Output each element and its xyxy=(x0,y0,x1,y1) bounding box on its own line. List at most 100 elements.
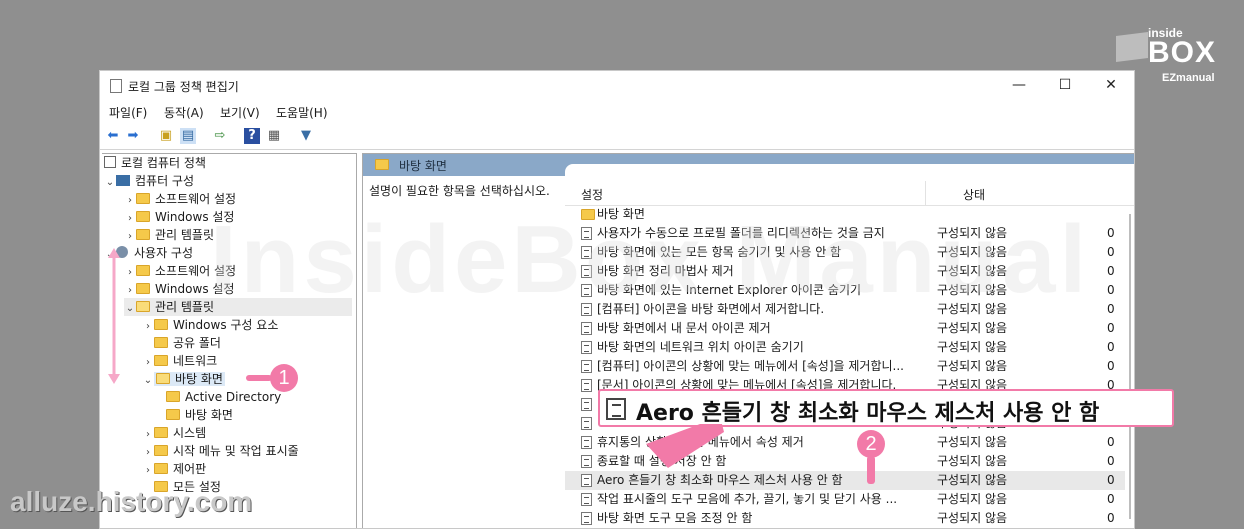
policy-setting-icon xyxy=(581,341,592,354)
callout-text: Aero 흔들기 창 최소화 마우스 제스처 사용 안 함 xyxy=(636,401,1100,426)
show-hide-tree-icon[interactable]: ▤ xyxy=(180,128,196,144)
tree-cc-admin-label: 관리 템플릿 xyxy=(155,228,215,242)
maximize-button[interactable]: ☐ xyxy=(1042,71,1088,101)
tree-active-directory[interactable]: Active Directory xyxy=(166,388,281,406)
folder-icon xyxy=(166,409,180,420)
export-icon[interactable]: ⇨ xyxy=(212,128,228,144)
background-watermark: InsideBox Manual xyxy=(210,206,1091,313)
setting-state: 구성되지 않음 xyxy=(937,359,1008,373)
policy-setting-icon xyxy=(581,379,592,392)
folder-icon xyxy=(154,427,168,438)
tree-computer-config-label: 컴퓨터 구성 xyxy=(135,174,195,188)
folder-icon xyxy=(136,283,150,294)
tree-start-menu[interactable]: › 시작 메뉴 및 작업 표시줄 xyxy=(142,442,299,460)
forward-icon[interactable]: ➡ xyxy=(125,128,141,144)
menu-bar: 파일(F) 동작(A) 보기(V) 도움말(H) xyxy=(100,101,1134,123)
help-icon[interactable]: ? xyxy=(244,128,260,144)
tree-win-components[interactable]: › Windows 구성 요소 xyxy=(142,316,278,334)
box-logo-icon xyxy=(1116,32,1148,62)
description-text: 설명이 필요한 항목을 선택하십시오. xyxy=(369,184,550,198)
column-setting[interactable]: 설정 xyxy=(581,186,603,203)
badge-2-connector xyxy=(867,456,875,484)
tree-desktop-sub[interactable]: 바탕 화면 xyxy=(166,406,233,424)
setting-comment: 0 xyxy=(1107,435,1115,449)
setting-name: [컴퓨터] 아이콘의 상황에 맞는 메뉴에서 [속성]을 제거합니... xyxy=(597,359,904,373)
properties-icon[interactable]: ▦ xyxy=(266,128,282,144)
logo-line2: BOX xyxy=(1148,36,1217,69)
filter-icon[interactable]: ▼ xyxy=(298,128,314,144)
scrollbar[interactable] xyxy=(1129,214,1131,519)
close-button[interactable]: ✕ xyxy=(1088,71,1134,101)
folder-icon xyxy=(154,319,168,330)
setting-state: 구성되지 않음 xyxy=(937,321,1008,335)
tree-desktop[interactable]: ⌄ 바탕 화면 xyxy=(142,370,225,388)
folder-open-icon xyxy=(156,373,170,384)
callout-pointer xyxy=(646,424,724,468)
tree-control-panel[interactable]: › 제어판 xyxy=(142,460,206,478)
setting-state: 구성되지 않음 xyxy=(937,511,1008,525)
folder-icon xyxy=(375,159,389,170)
chevron-down-icon[interactable]: ⌄ xyxy=(124,300,136,318)
tree-computer-config[interactable]: ⌄ 컴퓨터 구성 xyxy=(104,172,194,190)
policy-setting-icon xyxy=(581,436,592,449)
setting-comment: 0 xyxy=(1107,321,1115,335)
up-folder-icon[interactable]: ▣ xyxy=(158,128,174,144)
menu-action[interactable]: 동작(A) xyxy=(164,104,204,121)
chevron-right-icon[interactable]: › xyxy=(142,462,154,480)
tree-cc-software-label: 소프트웨어 설정 xyxy=(155,192,237,206)
back-icon[interactable]: ⬅ xyxy=(105,128,121,144)
tree-uc-admin-label: 관리 템플릿 xyxy=(155,300,215,314)
tree-network[interactable]: › 네트워크 xyxy=(142,352,217,370)
policy-setting-icon xyxy=(581,512,592,525)
badge-1-connector xyxy=(246,375,272,381)
setting-name: 바탕 화면에서 내 문서 아이콘 제거 xyxy=(597,321,771,335)
setting-comment: 0 xyxy=(1107,473,1115,487)
setting-row[interactable]: 바탕 화면의 네트워크 위치 아이콘 숨기기 구성되지 않음 0 xyxy=(565,338,1125,357)
setting-row[interactable]: 바탕 화면 도구 모음 조정 안 함 구성되지 않음 0 xyxy=(565,509,1125,528)
setting-comment: 0 xyxy=(1107,359,1115,373)
tree-cc-admin[interactable]: › 관리 템플릿 xyxy=(124,226,214,244)
menu-file[interactable]: 파일(F) xyxy=(109,104,147,121)
folder-icon xyxy=(136,229,150,240)
scroll-arrow-annotation xyxy=(108,248,120,384)
tree-shared-folders[interactable]: 공유 폴더 xyxy=(142,334,221,352)
column-state[interactable]: 상태 xyxy=(963,186,985,203)
setting-comment: 0 xyxy=(1107,283,1115,297)
policy-setting-icon xyxy=(606,398,626,420)
setting-name: 바탕 화면의 네트워크 위치 아이콘 숨기기 xyxy=(597,340,804,354)
policy-doc-icon xyxy=(104,156,116,168)
setting-row[interactable]: [컴퓨터] 아이콘의 상황에 맞는 메뉴에서 [속성]을 제거합니... 구성되지… xyxy=(565,357,1125,376)
folder-icon xyxy=(154,355,168,366)
title-bar: 로컬 그룹 정책 편집기 — ☐ ✕ xyxy=(100,71,1134,101)
tree-root-label: 로컬 컴퓨터 정책 xyxy=(121,156,206,170)
setting-comment: 0 xyxy=(1107,264,1115,278)
minimize-button[interactable]: — xyxy=(996,71,1042,101)
policy-setting-icon xyxy=(581,455,592,468)
tree-system[interactable]: › 시스템 xyxy=(142,424,206,442)
setting-state: 구성되지 않음 xyxy=(937,454,1008,468)
folder-icon xyxy=(136,193,150,204)
logo-line3: EZmanual xyxy=(1162,72,1215,84)
setting-comment: 0 xyxy=(1107,226,1115,240)
setting-row[interactable]: 작업 표시줄의 도구 모음에 추가, 끌기, 놓기 및 닫기 사용 ... 구성되… xyxy=(565,490,1125,509)
tree-root[interactable]: 로컬 컴퓨터 정책 xyxy=(104,154,206,172)
folder-open-icon xyxy=(136,301,150,312)
tree-active-directory-label: Active Directory xyxy=(185,390,282,404)
tree-win-components-label: Windows 구성 요소 xyxy=(173,318,279,332)
chevron-down-icon[interactable]: ⌄ xyxy=(142,372,154,390)
menu-help[interactable]: 도움말(H) xyxy=(276,104,328,121)
menu-view[interactable]: 보기(V) xyxy=(220,104,260,121)
chevron-down-icon[interactable]: ⌄ xyxy=(104,174,116,192)
policy-setting-icon xyxy=(581,493,592,506)
tree-desktop-sub-label: 바탕 화면 xyxy=(185,408,233,422)
folder-icon xyxy=(154,463,168,474)
policy-setting-icon xyxy=(581,474,592,487)
tree-network-label: 네트워크 xyxy=(173,354,218,368)
site-watermark: alluze.history.com xyxy=(10,486,253,517)
setting-comment: 0 xyxy=(1107,302,1115,316)
computer-icon xyxy=(116,175,130,186)
folder-icon xyxy=(136,265,150,276)
step-badge-1: 1 xyxy=(270,364,298,392)
setting-comment: 0 xyxy=(1107,245,1115,259)
setting-row[interactable]: 바탕 화면에서 내 문서 아이콘 제거 구성되지 않음 0 xyxy=(565,319,1125,338)
